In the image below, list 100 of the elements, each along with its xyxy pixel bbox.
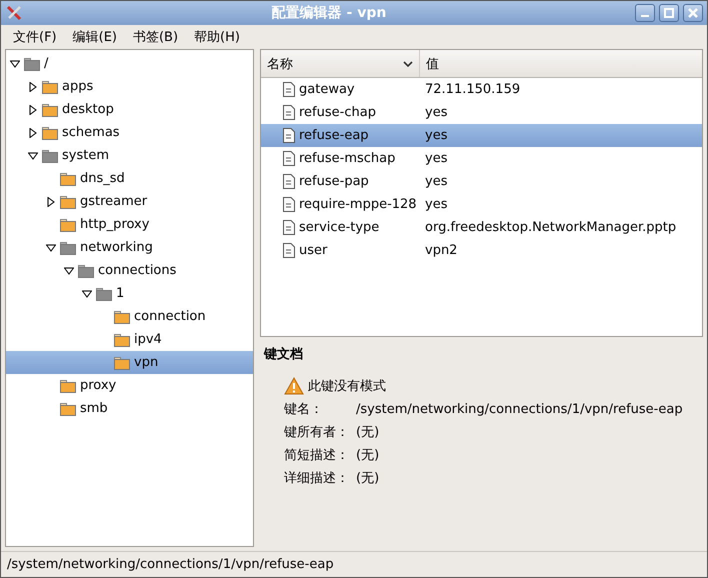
key-row[interactable]: service-type org.freedesktop.NetworkManager.pptp bbox=[261, 216, 702, 239]
warning-text: 此键没有模式 bbox=[308, 378, 386, 395]
field-value: (无) bbox=[356, 424, 380, 441]
key-value: yes bbox=[424, 151, 448, 166]
document-icon bbox=[283, 220, 295, 235]
key-row[interactable]: refuse-chap yes bbox=[261, 101, 702, 124]
document-icon bbox=[283, 151, 295, 166]
tools-icon bbox=[5, 4, 23, 22]
folder-icon bbox=[60, 402, 76, 416]
collapse-arrow-icon[interactable] bbox=[10, 58, 20, 68]
key-row[interactable]: require-mppe-128 yes bbox=[261, 193, 702, 216]
document-icon bbox=[283, 82, 295, 97]
tree-item[interactable]: proxy bbox=[6, 374, 253, 397]
key-value: 72.11.150.159 bbox=[424, 82, 520, 97]
key-name: service-type bbox=[299, 220, 380, 235]
key-name: user bbox=[299, 243, 328, 258]
minimize-button[interactable] bbox=[635, 4, 655, 22]
window-title: 配置编辑器 - vpn bbox=[270, 4, 388, 22]
document-icon bbox=[283, 197, 295, 212]
collapse-arrow-icon[interactable] bbox=[82, 288, 92, 298]
key-row[interactable]: gateway 72.11.150.159 bbox=[261, 78, 702, 101]
key-row[interactable]: refuse-eap yes bbox=[261, 124, 702, 147]
folder-icon bbox=[60, 240, 76, 254]
section-title: 键文档 bbox=[264, 346, 304, 363]
folder-icon bbox=[96, 286, 112, 300]
tree-item[interactable]: ipv4 bbox=[6, 328, 253, 351]
key-value: yes bbox=[424, 174, 448, 189]
folder-icon bbox=[60, 172, 76, 186]
key-name: refuse-mschap bbox=[299, 151, 396, 166]
folder-icon bbox=[78, 264, 94, 278]
key-value: vpn2 bbox=[424, 243, 458, 258]
folder-icon bbox=[42, 126, 58, 140]
folder-icon bbox=[114, 356, 130, 370]
minimize-icon bbox=[641, 15, 649, 17]
tree-item[interactable]: connections bbox=[6, 259, 253, 282]
folder-icon bbox=[42, 148, 58, 162]
collapse-arrow-icon[interactable] bbox=[64, 266, 74, 276]
tree-item[interactable]: connection bbox=[6, 305, 253, 328]
key-value: org.freedesktop.NetworkManager.pptp bbox=[424, 220, 676, 235]
tree-item[interactable]: system bbox=[6, 144, 253, 167]
document-icon bbox=[283, 174, 295, 189]
field-label: 详细描述： bbox=[284, 470, 350, 487]
field-value: (无) bbox=[356, 470, 380, 487]
warning-icon bbox=[284, 377, 304, 395]
expand-arrow-icon[interactable] bbox=[28, 82, 38, 92]
menu-item[interactable]: 书签(B) bbox=[124, 28, 186, 46]
expand-arrow-icon[interactable] bbox=[46, 196, 56, 206]
document-icon bbox=[283, 243, 295, 258]
tree-item[interactable]: apps bbox=[6, 75, 253, 98]
tree-item[interactable]: smb bbox=[6, 397, 253, 420]
key-value: yes bbox=[424, 197, 448, 212]
tree-item[interactable]: schemas bbox=[6, 121, 253, 144]
tree-item[interactable]: / bbox=[6, 52, 253, 75]
folder-icon bbox=[60, 218, 76, 232]
document-icon bbox=[283, 105, 295, 120]
tree-item[interactable]: 1 bbox=[6, 282, 253, 305]
key-name: refuse-chap bbox=[299, 105, 376, 120]
key-name: gateway bbox=[299, 82, 355, 97]
close-icon bbox=[687, 7, 699, 19]
close-button[interactable] bbox=[683, 4, 703, 22]
column-header[interactable]: 名称 bbox=[261, 50, 420, 77]
field-value: (无) bbox=[356, 447, 380, 464]
expand-arrow-icon[interactable] bbox=[28, 128, 38, 138]
maximize-button[interactable] bbox=[659, 4, 679, 22]
folder-icon bbox=[114, 310, 130, 324]
key-name: refuse-eap bbox=[299, 128, 369, 143]
key-row[interactable]: refuse-mschap yes bbox=[261, 147, 702, 170]
folder-icon bbox=[24, 56, 40, 70]
tree-item[interactable]: http_proxy bbox=[6, 213, 253, 236]
key-row[interactable]: user vpn2 bbox=[261, 239, 702, 262]
tree-item[interactable]: vpn bbox=[6, 351, 253, 374]
key-value: yes bbox=[424, 105, 448, 120]
key-value: yes bbox=[424, 128, 448, 143]
folder-icon bbox=[42, 80, 58, 94]
column-header[interactable]: 值 bbox=[420, 50, 445, 77]
tree-item[interactable]: networking bbox=[6, 236, 253, 259]
tree-item[interactable]: desktop bbox=[6, 98, 253, 121]
tree-item[interactable]: dns_sd bbox=[6, 167, 253, 190]
maximize-icon bbox=[663, 7, 675, 19]
collapse-arrow-icon[interactable] bbox=[28, 150, 38, 160]
document-icon bbox=[283, 128, 295, 143]
expand-arrow-icon[interactable] bbox=[28, 104, 38, 114]
key-name: require-mppe-128 bbox=[299, 197, 417, 212]
menu-item[interactable]: 文件(F) bbox=[5, 28, 65, 46]
status-text: /system/networking/connections/1/vpn/refuse-eap bbox=[7, 557, 334, 572]
field-label: 简短描述： bbox=[284, 447, 350, 464]
menu-item[interactable]: 帮助(H) bbox=[186, 28, 248, 46]
folder-icon bbox=[60, 194, 76, 208]
key-row[interactable]: refuse-pap yes bbox=[261, 170, 702, 193]
collapse-arrow-icon[interactable] bbox=[46, 242, 56, 252]
tree-item[interactable]: gstreamer bbox=[6, 190, 253, 213]
folder-icon bbox=[42, 102, 58, 116]
key-name: refuse-pap bbox=[299, 174, 369, 189]
folder-icon bbox=[60, 378, 76, 392]
field-label: 键所有者： bbox=[284, 424, 350, 441]
folder-icon bbox=[114, 332, 130, 346]
menu-item[interactable]: 编辑(E) bbox=[64, 28, 125, 46]
field-label: 键名： bbox=[284, 401, 324, 418]
field-value: /system/networking/connections/1/vpn/refuse-eap bbox=[356, 402, 683, 416]
sort-caret-icon bbox=[403, 60, 413, 68]
